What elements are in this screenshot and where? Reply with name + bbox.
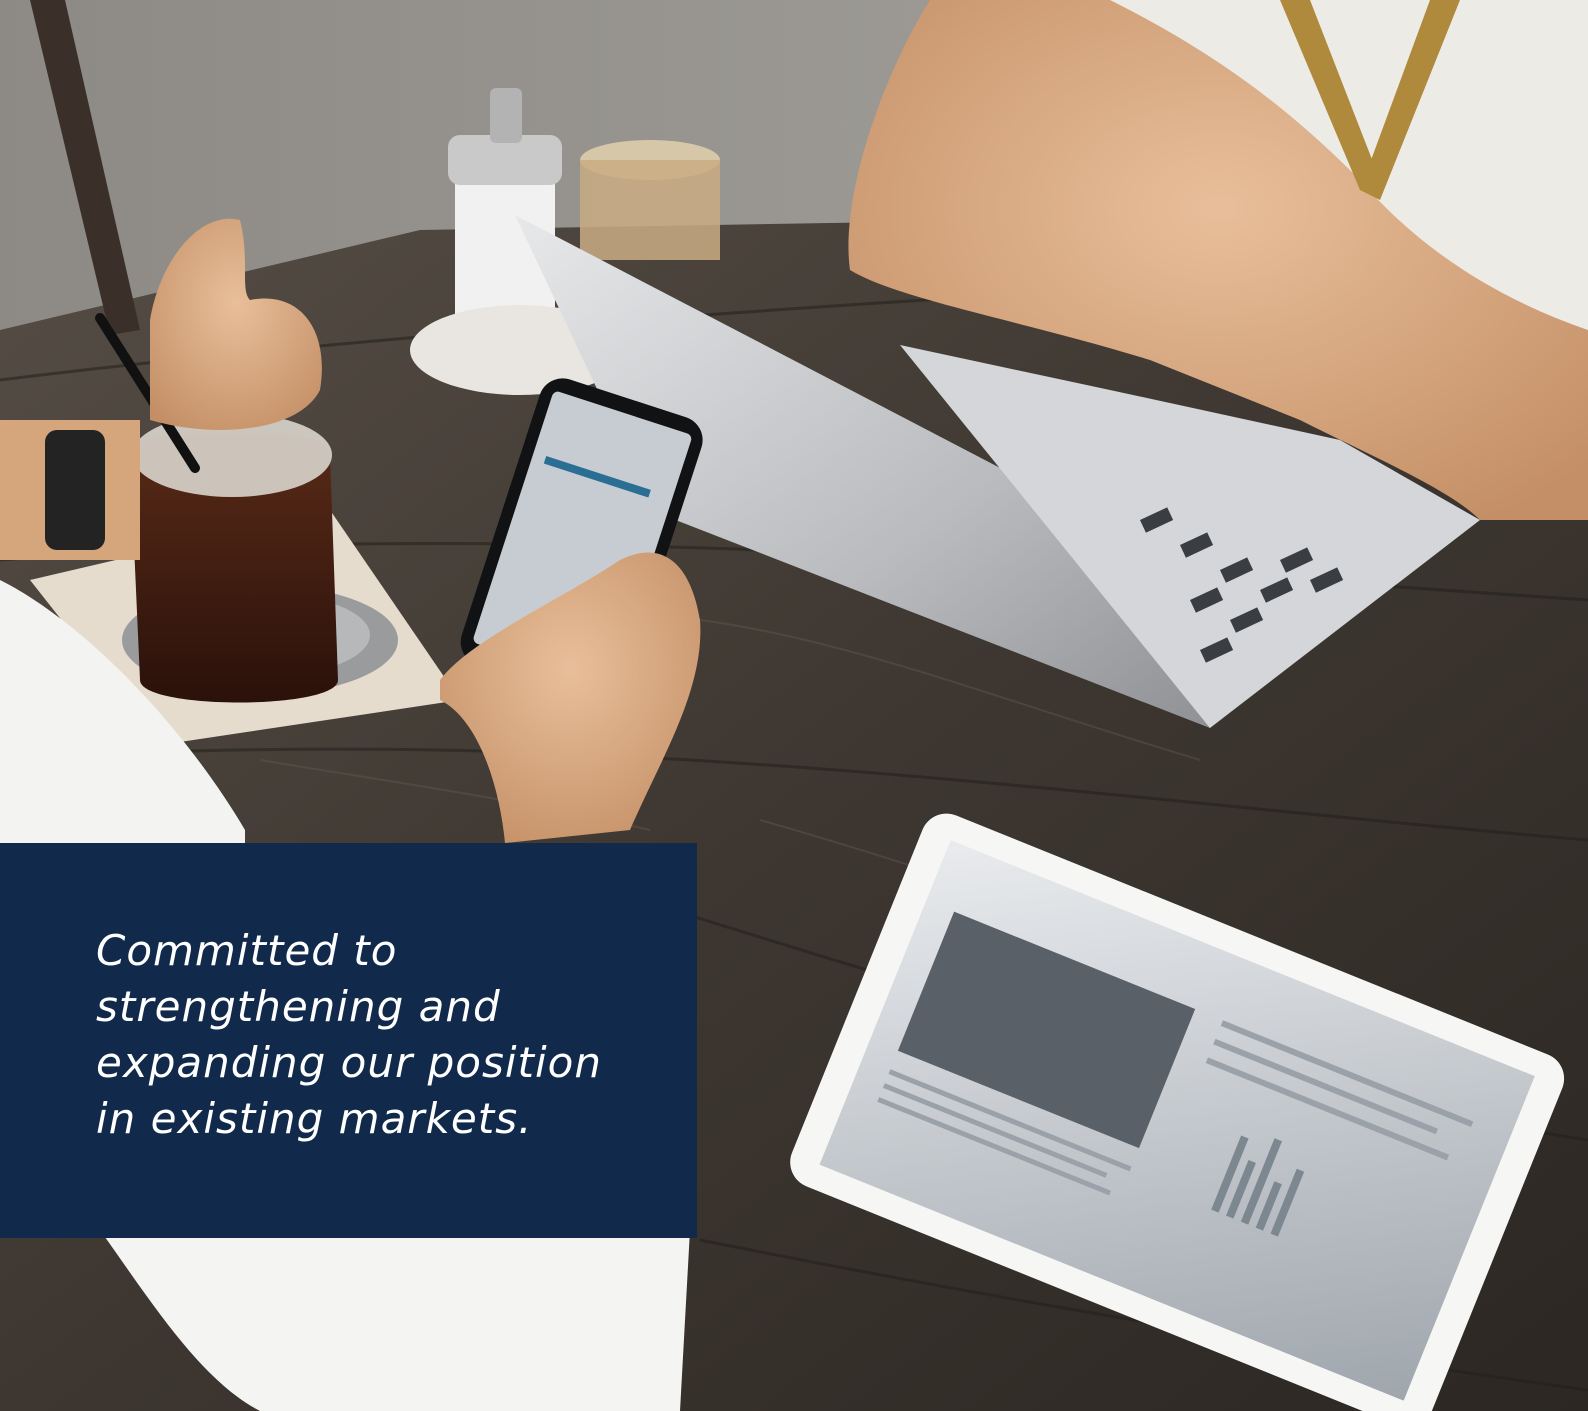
hero-scene: Committed to strengthening and expanding… <box>0 0 1588 1411</box>
quote-panel: Committed to strengthening and expanding… <box>0 843 697 1238</box>
quote-text: Committed to strengthening and expanding… <box>96 926 602 1143</box>
